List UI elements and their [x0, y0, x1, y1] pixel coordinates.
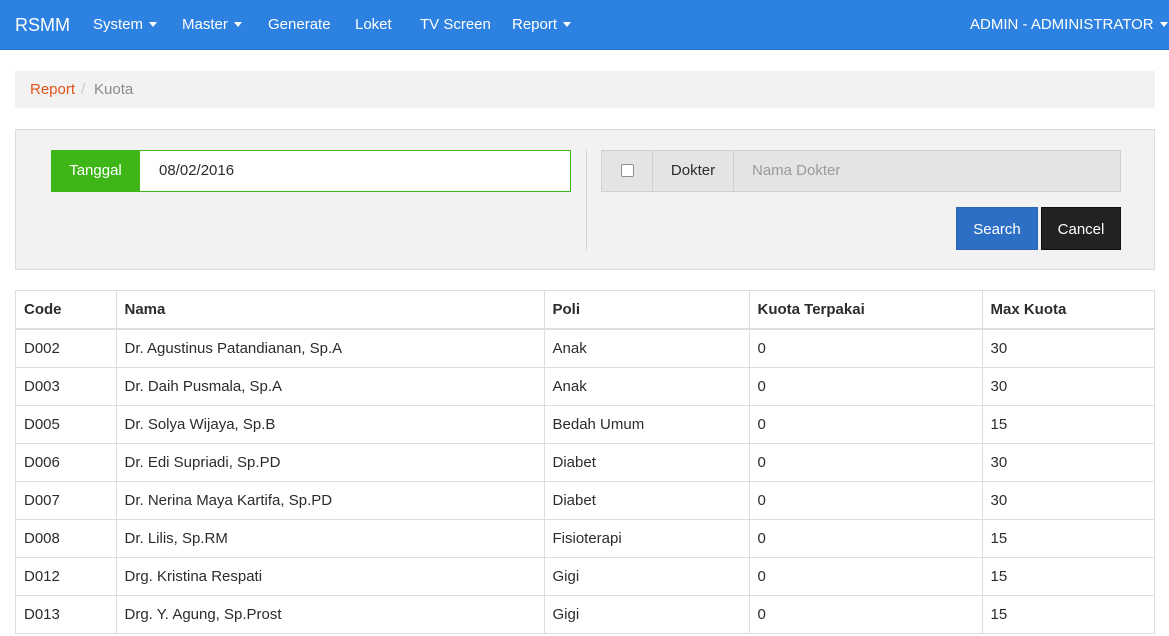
cell-max-kuota: 15: [981, 404, 1154, 444]
breadcrumb-separator: /: [81, 81, 86, 98]
user-menu-dropdown[interactable]: ADMIN - ADMINISTRATOR: [970, 0, 1168, 50]
cell-poli: Diabet: [543, 442, 750, 482]
breadcrumb: Report / Kuota: [15, 71, 1155, 108]
cell-nama: Dr. Agustinus Patandianan, Sp.A: [115, 328, 545, 368]
cell-kuota-terpakai: 0: [748, 594, 983, 634]
filter-panel: Tanggal 08/02/2016 Dokter Nama Dokter Se…: [15, 129, 1155, 270]
table-row: D003 Dr. Daih Pusmala, Sp.A Anak 0 30: [16, 366, 1154, 406]
nav-tv-screen-label: TV Screen: [420, 16, 491, 33]
table-row: D008 Dr. Lilis, Sp.RM Fisioterapi 0 15: [16, 518, 1154, 558]
cell-nama: Dr. Nerina Maya Kartifa, Sp.PD: [115, 480, 545, 520]
cell-max-kuota: 15: [981, 518, 1154, 558]
cell-kuota-terpakai: 0: [748, 366, 983, 406]
nav-report-dropdown[interactable]: Report: [512, 0, 572, 50]
caret-down-icon: [563, 21, 572, 27]
cell-code: D006: [16, 442, 117, 482]
cell-nama: Drg. Y. Agung, Sp.Prost: [115, 594, 545, 634]
table-row: D006 Dr. Edi Supriadi, Sp.PD Diabet 0 30: [16, 442, 1154, 482]
cell-code: D013: [16, 594, 117, 634]
brand-link[interactable]: RSMM: [15, 0, 70, 50]
column-header-code[interactable]: Code: [16, 291, 117, 330]
nav-master-label: Master: [182, 16, 228, 33]
nav-loket-label: Loket: [355, 16, 392, 33]
cell-kuota-terpakai: 0: [748, 404, 983, 444]
cell-nama: Dr. Edi Supriadi, Sp.PD: [115, 442, 545, 482]
tanggal-date-input[interactable]: 08/02/2016: [139, 150, 571, 192]
column-header-kuota-terpakai[interactable]: Kuota Terpakai: [748, 291, 983, 330]
column-header-poli[interactable]: Poli: [543, 291, 750, 330]
cell-nama: Drg. Kristina Respati: [115, 556, 545, 596]
table-header-row: Code Nama Poli Kuota Terpakai Max Kuota: [16, 291, 1154, 330]
cell-code: D003: [16, 366, 117, 406]
dokter-checkbox-addon: [601, 150, 653, 192]
cell-max-kuota: 30: [981, 480, 1154, 520]
nav-system-dropdown[interactable]: System: [93, 0, 158, 50]
cell-poli: Bedah Umum: [543, 404, 750, 444]
dokter-label: Dokter: [652, 150, 734, 192]
table-row: D005 Dr. Solya Wijaya, Sp.B Bedah Umum 0…: [16, 404, 1154, 444]
cell-code: D007: [16, 480, 117, 520]
nav-system-label: System: [93, 16, 144, 33]
nav-loket-link[interactable]: Loket: [355, 0, 392, 50]
cell-poli: Gigi: [543, 556, 750, 596]
table-row: D007 Dr. Nerina Maya Kartifa, Sp.PD Diab…: [16, 480, 1154, 520]
nav-generate-label: Generate: [268, 16, 331, 33]
cell-max-kuota: 15: [981, 556, 1154, 596]
cancel-button[interactable]: Cancel: [1041, 207, 1121, 250]
cell-code: D008: [16, 518, 117, 558]
cell-poli: Anak: [543, 366, 750, 406]
cell-nama: Dr. Lilis, Sp.RM: [115, 518, 545, 558]
cell-code: D012: [16, 556, 117, 596]
caret-down-icon: [233, 21, 242, 27]
column-header-max-kuota[interactable]: Max Kuota: [981, 291, 1154, 330]
nav-report-label: Report: [512, 16, 558, 33]
cell-nama: Dr. Solya Wijaya, Sp.B: [115, 404, 545, 444]
nav-tv-screen-link[interactable]: TV Screen: [420, 0, 491, 50]
search-button[interactable]: Search: [956, 207, 1038, 250]
cell-nama: Dr. Daih Pusmala, Sp.A: [115, 366, 545, 406]
breadcrumb-report-link[interactable]: Report: [30, 71, 75, 108]
kuota-table: Code Nama Poli Kuota Terpakai Max Kuota …: [15, 290, 1155, 634]
cell-max-kuota: 30: [981, 328, 1154, 368]
cell-kuota-terpakai: 0: [748, 518, 983, 558]
cell-poli: Anak: [543, 328, 750, 368]
panel-divider: [586, 150, 587, 250]
nama-dokter-input[interactable]: Nama Dokter: [733, 150, 1121, 192]
tanggal-label: Tanggal: [51, 150, 140, 192]
user-name-label: ADMIN - ADMINISTRATOR: [970, 16, 1154, 33]
cell-kuota-terpakai: 0: [748, 442, 983, 482]
nav-master-dropdown[interactable]: Master: [182, 0, 242, 50]
cell-code: D002: [16, 328, 117, 368]
cell-kuota-terpakai: 0: [748, 480, 983, 520]
cell-max-kuota: 30: [981, 366, 1154, 406]
cell-code: D005: [16, 404, 117, 444]
cell-kuota-terpakai: 0: [748, 328, 983, 368]
top-navbar: RSMM System Master Generate Loket TV Scr…: [0, 0, 1169, 50]
nav-generate-link[interactable]: Generate: [268, 0, 331, 50]
cell-poli: Diabet: [543, 480, 750, 520]
table-row: D012 Drg. Kristina Respati Gigi 0 15: [16, 556, 1154, 596]
breadcrumb-current: Kuota: [94, 81, 134, 98]
caret-down-icon: [1159, 21, 1168, 27]
dokter-filter-checkbox[interactable]: [621, 164, 634, 177]
table-row: D002 Dr. Agustinus Patandianan, Sp.A Ana…: [16, 328, 1154, 368]
table-row: D013 Drg. Y. Agung, Sp.Prost Gigi 0 15: [16, 594, 1154, 634]
cell-max-kuota: 15: [981, 594, 1154, 634]
cell-poli: Fisioterapi: [543, 518, 750, 558]
cell-kuota-terpakai: 0: [748, 556, 983, 596]
cell-max-kuota: 30: [981, 442, 1154, 482]
caret-down-icon: [149, 21, 158, 27]
cell-poli: Gigi: [543, 594, 750, 634]
column-header-nama[interactable]: Nama: [115, 291, 545, 330]
